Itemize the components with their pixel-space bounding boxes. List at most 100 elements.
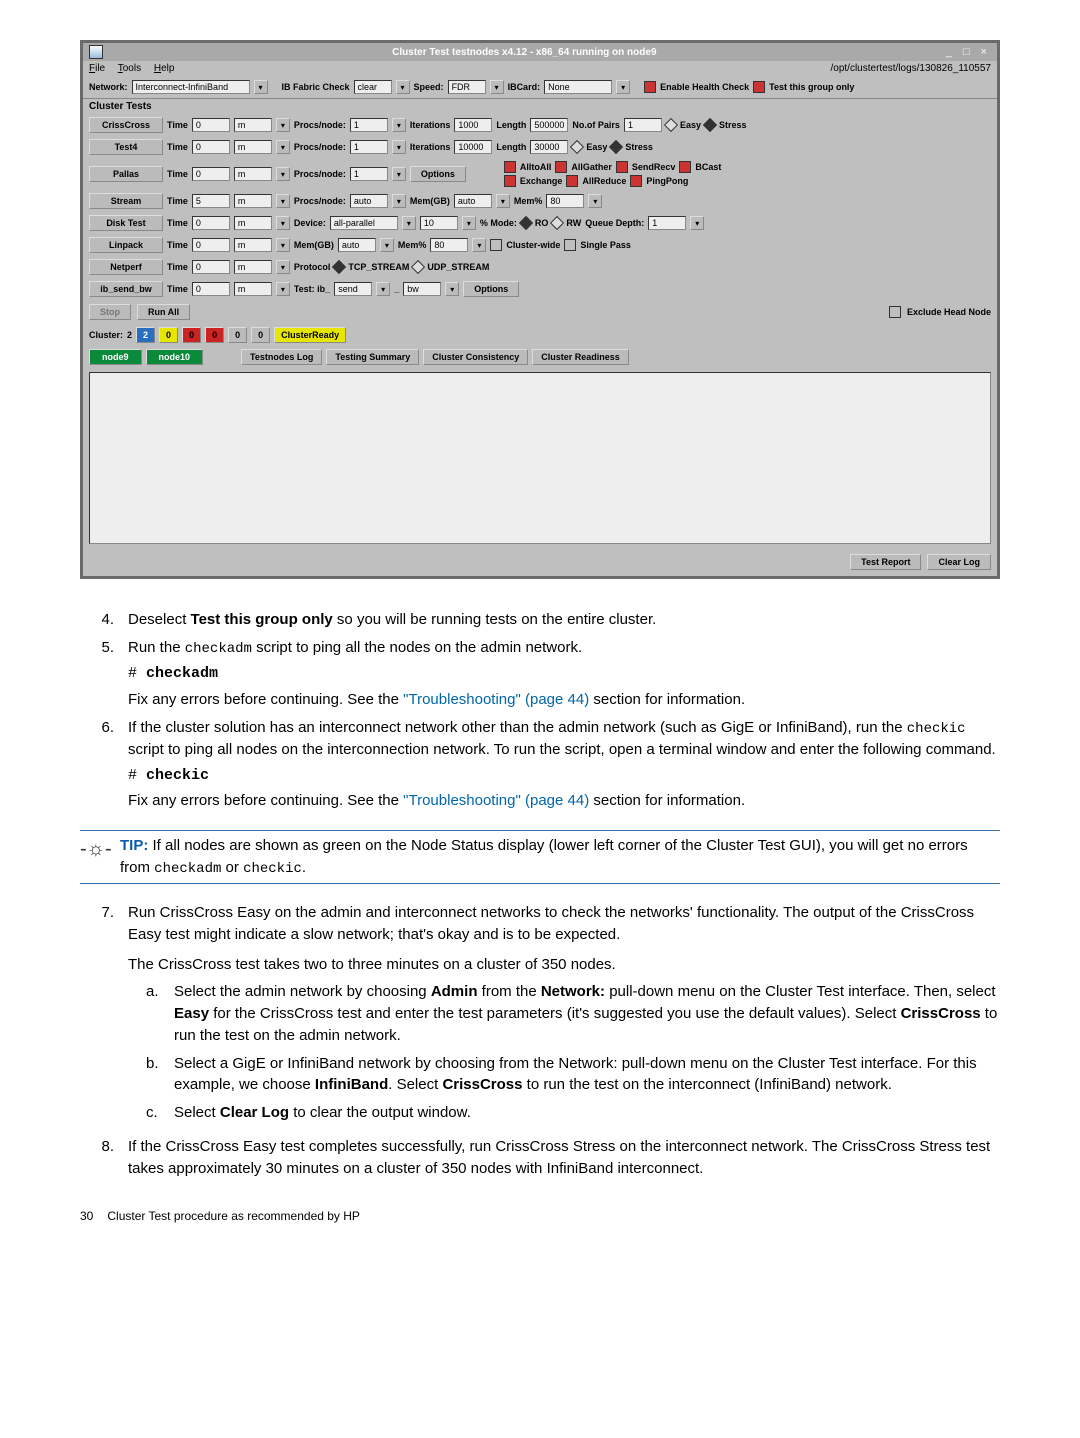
- stream-memgb-field[interactable]: auto: [454, 194, 492, 208]
- speed-dropdown-icon[interactable]: ▾: [490, 80, 504, 94]
- linpack-button[interactable]: Linpack: [89, 237, 163, 253]
- clear-log-button[interactable]: Clear Log: [927, 554, 991, 570]
- dropdown-icon[interactable]: ▾: [276, 260, 290, 274]
- cluster-consistency-tab[interactable]: Cluster Consistency: [423, 349, 528, 365]
- step-6-link[interactable]: "Troubleshooting" (page 44): [403, 792, 589, 809]
- disk-queue-field[interactable]: 1: [648, 216, 686, 230]
- speed-field[interactable]: FDR: [448, 80, 486, 94]
- node9-tab[interactable]: node9: [89, 349, 142, 365]
- network-field[interactable]: Interconnect-InfiniBand: [132, 80, 250, 94]
- ibsendbw-options-button[interactable]: Options: [463, 281, 519, 297]
- ro-radio-icon[interactable]: [519, 216, 533, 230]
- dropdown-icon[interactable]: ▾: [276, 118, 290, 132]
- pallas-button[interactable]: Pallas: [89, 166, 163, 182]
- bcast-checkbox[interactable]: [679, 161, 691, 173]
- run-all-button[interactable]: Run All: [137, 304, 190, 320]
- ibsendbw-time-field[interactable]: 0: [192, 282, 230, 296]
- pingpong-checkbox[interactable]: [630, 175, 642, 187]
- ibcard-dropdown-icon[interactable]: ▾: [616, 80, 630, 94]
- disk-unit-field[interactable]: m: [234, 216, 272, 230]
- netperf-time-field[interactable]: 0: [192, 260, 230, 274]
- dropdown-icon[interactable]: ▾: [690, 216, 704, 230]
- network-dropdown-icon[interactable]: ▾: [254, 80, 268, 94]
- ibsendbw-test1-field[interactable]: send: [334, 282, 372, 296]
- ibfabric-dropdown-icon[interactable]: ▾: [396, 80, 410, 94]
- disk-device-field[interactable]: all-parallel: [330, 216, 398, 230]
- health-check-checkbox[interactable]: [644, 81, 656, 93]
- linpack-time-field[interactable]: 0: [192, 238, 230, 252]
- dropdown-icon[interactable]: ▾: [462, 216, 476, 230]
- easy-radio-icon[interactable]: [664, 118, 678, 132]
- test-report-button[interactable]: Test Report: [850, 554, 921, 570]
- udp-radio-icon[interactable]: [411, 260, 425, 274]
- dropdown-icon[interactable]: ▾: [276, 216, 290, 230]
- stream-unit-field[interactable]: m: [234, 194, 272, 208]
- sendrecv-checkbox[interactable]: [616, 161, 628, 173]
- cluster-wide-checkbox[interactable]: [490, 239, 502, 251]
- dropdown-icon[interactable]: ▾: [276, 282, 290, 296]
- pallas-options-button[interactable]: Options: [410, 166, 466, 182]
- exchange-checkbox[interactable]: [504, 175, 516, 187]
- crisscross-iters-field[interactable]: 1000: [454, 118, 492, 132]
- netperf-button[interactable]: Netperf: [89, 259, 163, 275]
- pallas-unit-field[interactable]: m: [234, 167, 272, 181]
- rw-radio-icon[interactable]: [550, 216, 564, 230]
- disk-time-field[interactable]: 0: [192, 216, 230, 230]
- dropdown-icon[interactable]: ▾: [588, 194, 602, 208]
- test4-len-field[interactable]: 30000: [530, 140, 568, 154]
- exclude-head-checkbox[interactable]: [889, 306, 901, 318]
- dropdown-icon[interactable]: ▾: [380, 238, 394, 252]
- alltoall-checkbox[interactable]: [504, 161, 516, 173]
- test4-button[interactable]: Test4: [89, 139, 163, 155]
- dropdown-icon[interactable]: ▾: [472, 238, 486, 252]
- ibsendbw-button[interactable]: ib_send_bw: [89, 281, 163, 297]
- stream-procs-field[interactable]: auto: [350, 194, 388, 208]
- testnodes-log-tab[interactable]: Testnodes Log: [241, 349, 322, 365]
- node10-tab[interactable]: node10: [146, 349, 204, 365]
- netperf-unit-field[interactable]: m: [234, 260, 272, 274]
- step-5-link[interactable]: "Troubleshooting" (page 44): [403, 691, 589, 708]
- dropdown-icon[interactable]: ▾: [276, 167, 290, 181]
- crisscross-len-field[interactable]: 500000: [530, 118, 568, 132]
- test4-time-field[interactable]: 0: [192, 140, 230, 154]
- dropdown-icon[interactable]: ▾: [392, 118, 406, 132]
- dropdown-icon[interactable]: ▾: [276, 194, 290, 208]
- linpack-memgb-field[interactable]: auto: [338, 238, 376, 252]
- dropdown-icon[interactable]: ▾: [402, 216, 416, 230]
- tcp-radio-icon[interactable]: [332, 260, 346, 274]
- test4-procs-field[interactable]: 1: [350, 140, 388, 154]
- ibfabric-field[interactable]: clear: [354, 80, 392, 94]
- test4-iters-field[interactable]: 10000: [454, 140, 492, 154]
- ibcard-field[interactable]: None: [544, 80, 612, 94]
- stress-radio-icon[interactable]: [609, 140, 623, 154]
- dropdown-icon[interactable]: ▾: [276, 140, 290, 154]
- dropdown-icon[interactable]: ▾: [392, 140, 406, 154]
- dropdown-icon[interactable]: ▾: [445, 282, 459, 296]
- easy-radio-icon[interactable]: [570, 140, 584, 154]
- allgather-checkbox[interactable]: [555, 161, 567, 173]
- crisscross-unit-field[interactable]: m: [234, 118, 272, 132]
- ibsendbw-unit-field[interactable]: m: [234, 282, 272, 296]
- dropdown-icon[interactable]: ▾: [376, 282, 390, 296]
- menu-file[interactable]: FFileile: [89, 63, 105, 74]
- pallas-procs-field[interactable]: 1: [350, 167, 388, 181]
- dropdown-icon[interactable]: ▾: [276, 238, 290, 252]
- stream-button[interactable]: Stream: [89, 193, 163, 209]
- testing-summary-tab[interactable]: Testing Summary: [326, 349, 419, 365]
- disk-ten-field[interactable]: 10: [420, 216, 458, 230]
- stream-time-field[interactable]: 5: [192, 194, 230, 208]
- window-buttons[interactable]: _ □ ×: [946, 46, 991, 58]
- crisscross-pairs-field[interactable]: 1: [624, 118, 662, 132]
- allreduce-checkbox[interactable]: [566, 175, 578, 187]
- linpack-mempct-field[interactable]: 80: [430, 238, 468, 252]
- stress-radio-icon[interactable]: [703, 118, 717, 132]
- disk-button[interactable]: Disk Test: [89, 215, 163, 231]
- dropdown-icon[interactable]: ▾: [392, 167, 406, 181]
- dropdown-icon[interactable]: ▾: [392, 194, 406, 208]
- crisscross-button[interactable]: CrissCross: [89, 117, 163, 133]
- pallas-time-field[interactable]: 0: [192, 167, 230, 181]
- linpack-unit-field[interactable]: m: [234, 238, 272, 252]
- crisscross-time-field[interactable]: 0: [192, 118, 230, 132]
- group-only-checkbox[interactable]: [753, 81, 765, 93]
- stop-button[interactable]: Stop: [89, 304, 131, 320]
